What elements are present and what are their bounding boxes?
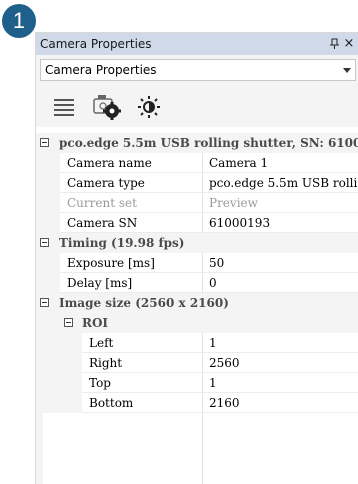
- collapse-icon[interactable]: [64, 318, 73, 327]
- subcategory-label: ROI: [82, 316, 109, 330]
- toolbar: [52, 87, 192, 123]
- property-name: Bottom: [89, 396, 134, 410]
- property-row: Current set Preview: [36, 193, 358, 213]
- property-name: Camera name: [67, 156, 152, 170]
- property-value[interactable]: 50: [208, 253, 358, 273]
- close-icon[interactable]: ×: [342, 33, 356, 55]
- pin-icon[interactable]: [328, 33, 340, 55]
- property-value: Preview: [209, 196, 258, 210]
- property-name: Current set: [67, 196, 137, 210]
- property-value[interactable]: 2160: [208, 393, 358, 413]
- category-camera[interactable]: pco.edge 5.5m USB rolling shutter, SN: 6…: [36, 133, 358, 153]
- property-value[interactable]: 2560: [208, 353, 358, 373]
- list-icon[interactable]: [52, 87, 76, 121]
- panel-selector-value: Camera Properties: [45, 63, 157, 77]
- property-name: Camera SN: [67, 216, 138, 230]
- subcategory-roi[interactable]: ROI: [36, 313, 358, 333]
- step-badge: 1: [2, 4, 36, 38]
- property-name: Camera type: [67, 176, 145, 190]
- category-label: Timing (19.98 fps): [59, 236, 185, 250]
- property-row[interactable]: Bottom 2160: [36, 393, 358, 413]
- chevron-down-icon: [343, 68, 351, 73]
- collapse-icon[interactable]: [40, 238, 49, 247]
- grid-empty-area: [36, 413, 358, 484]
- category-label: Image size (2560 x 2160): [59, 296, 229, 310]
- collapse-icon[interactable]: [40, 298, 49, 307]
- camera-settings-icon[interactable]: [90, 87, 124, 121]
- property-name: Delay [ms]: [67, 276, 133, 290]
- property-value[interactable]: 1: [208, 373, 358, 393]
- property-value[interactable]: 1: [208, 333, 358, 353]
- property-value[interactable]: Camera 1: [208, 153, 358, 173]
- property-value[interactable]: pco.edge 5.5m USB rolli...: [208, 173, 358, 193]
- panel-titlebar[interactable]: Camera Properties ×: [36, 33, 358, 55]
- camera-properties-panel: Camera Properties × Camera Properties pc…: [35, 32, 358, 484]
- category-timing[interactable]: Timing (19.98 fps): [36, 233, 358, 253]
- property-value[interactable]: 0: [208, 273, 358, 293]
- category-image-size[interactable]: Image size (2560 x 2160): [36, 293, 358, 313]
- property-row[interactable]: Camera name Camera 1: [36, 153, 358, 173]
- property-row[interactable]: Camera SN 61000193: [36, 213, 358, 233]
- property-row[interactable]: Left 1: [36, 333, 358, 353]
- category-label: pco.edge 5.5m USB rolling shutter, SN: 6…: [59, 136, 358, 150]
- property-value[interactable]: 61000193: [208, 213, 358, 233]
- panel-selector-dropdown[interactable]: Camera Properties: [40, 59, 356, 81]
- property-row[interactable]: Right 2560: [36, 353, 358, 373]
- collapse-icon[interactable]: [40, 138, 49, 147]
- panel-title: Camera Properties: [40, 37, 152, 51]
- property-row[interactable]: Exposure [ms] 50: [36, 253, 358, 273]
- property-name: Right: [89, 356, 123, 370]
- step-badge-number: 1: [12, 8, 26, 33]
- property-name: Top: [89, 376, 111, 390]
- property-grid: pco.edge 5.5m USB rolling shutter, SN: 6…: [36, 127, 358, 484]
- property-row[interactable]: Camera type pco.edge 5.5m USB rolli...: [36, 173, 358, 193]
- property-row[interactable]: Delay [ms] 0: [36, 273, 358, 293]
- property-name: Exposure [ms]: [67, 256, 155, 270]
- brightness-icon[interactable]: [134, 87, 164, 121]
- property-name: Left: [89, 336, 114, 350]
- property-row[interactable]: Top 1: [36, 373, 358, 393]
